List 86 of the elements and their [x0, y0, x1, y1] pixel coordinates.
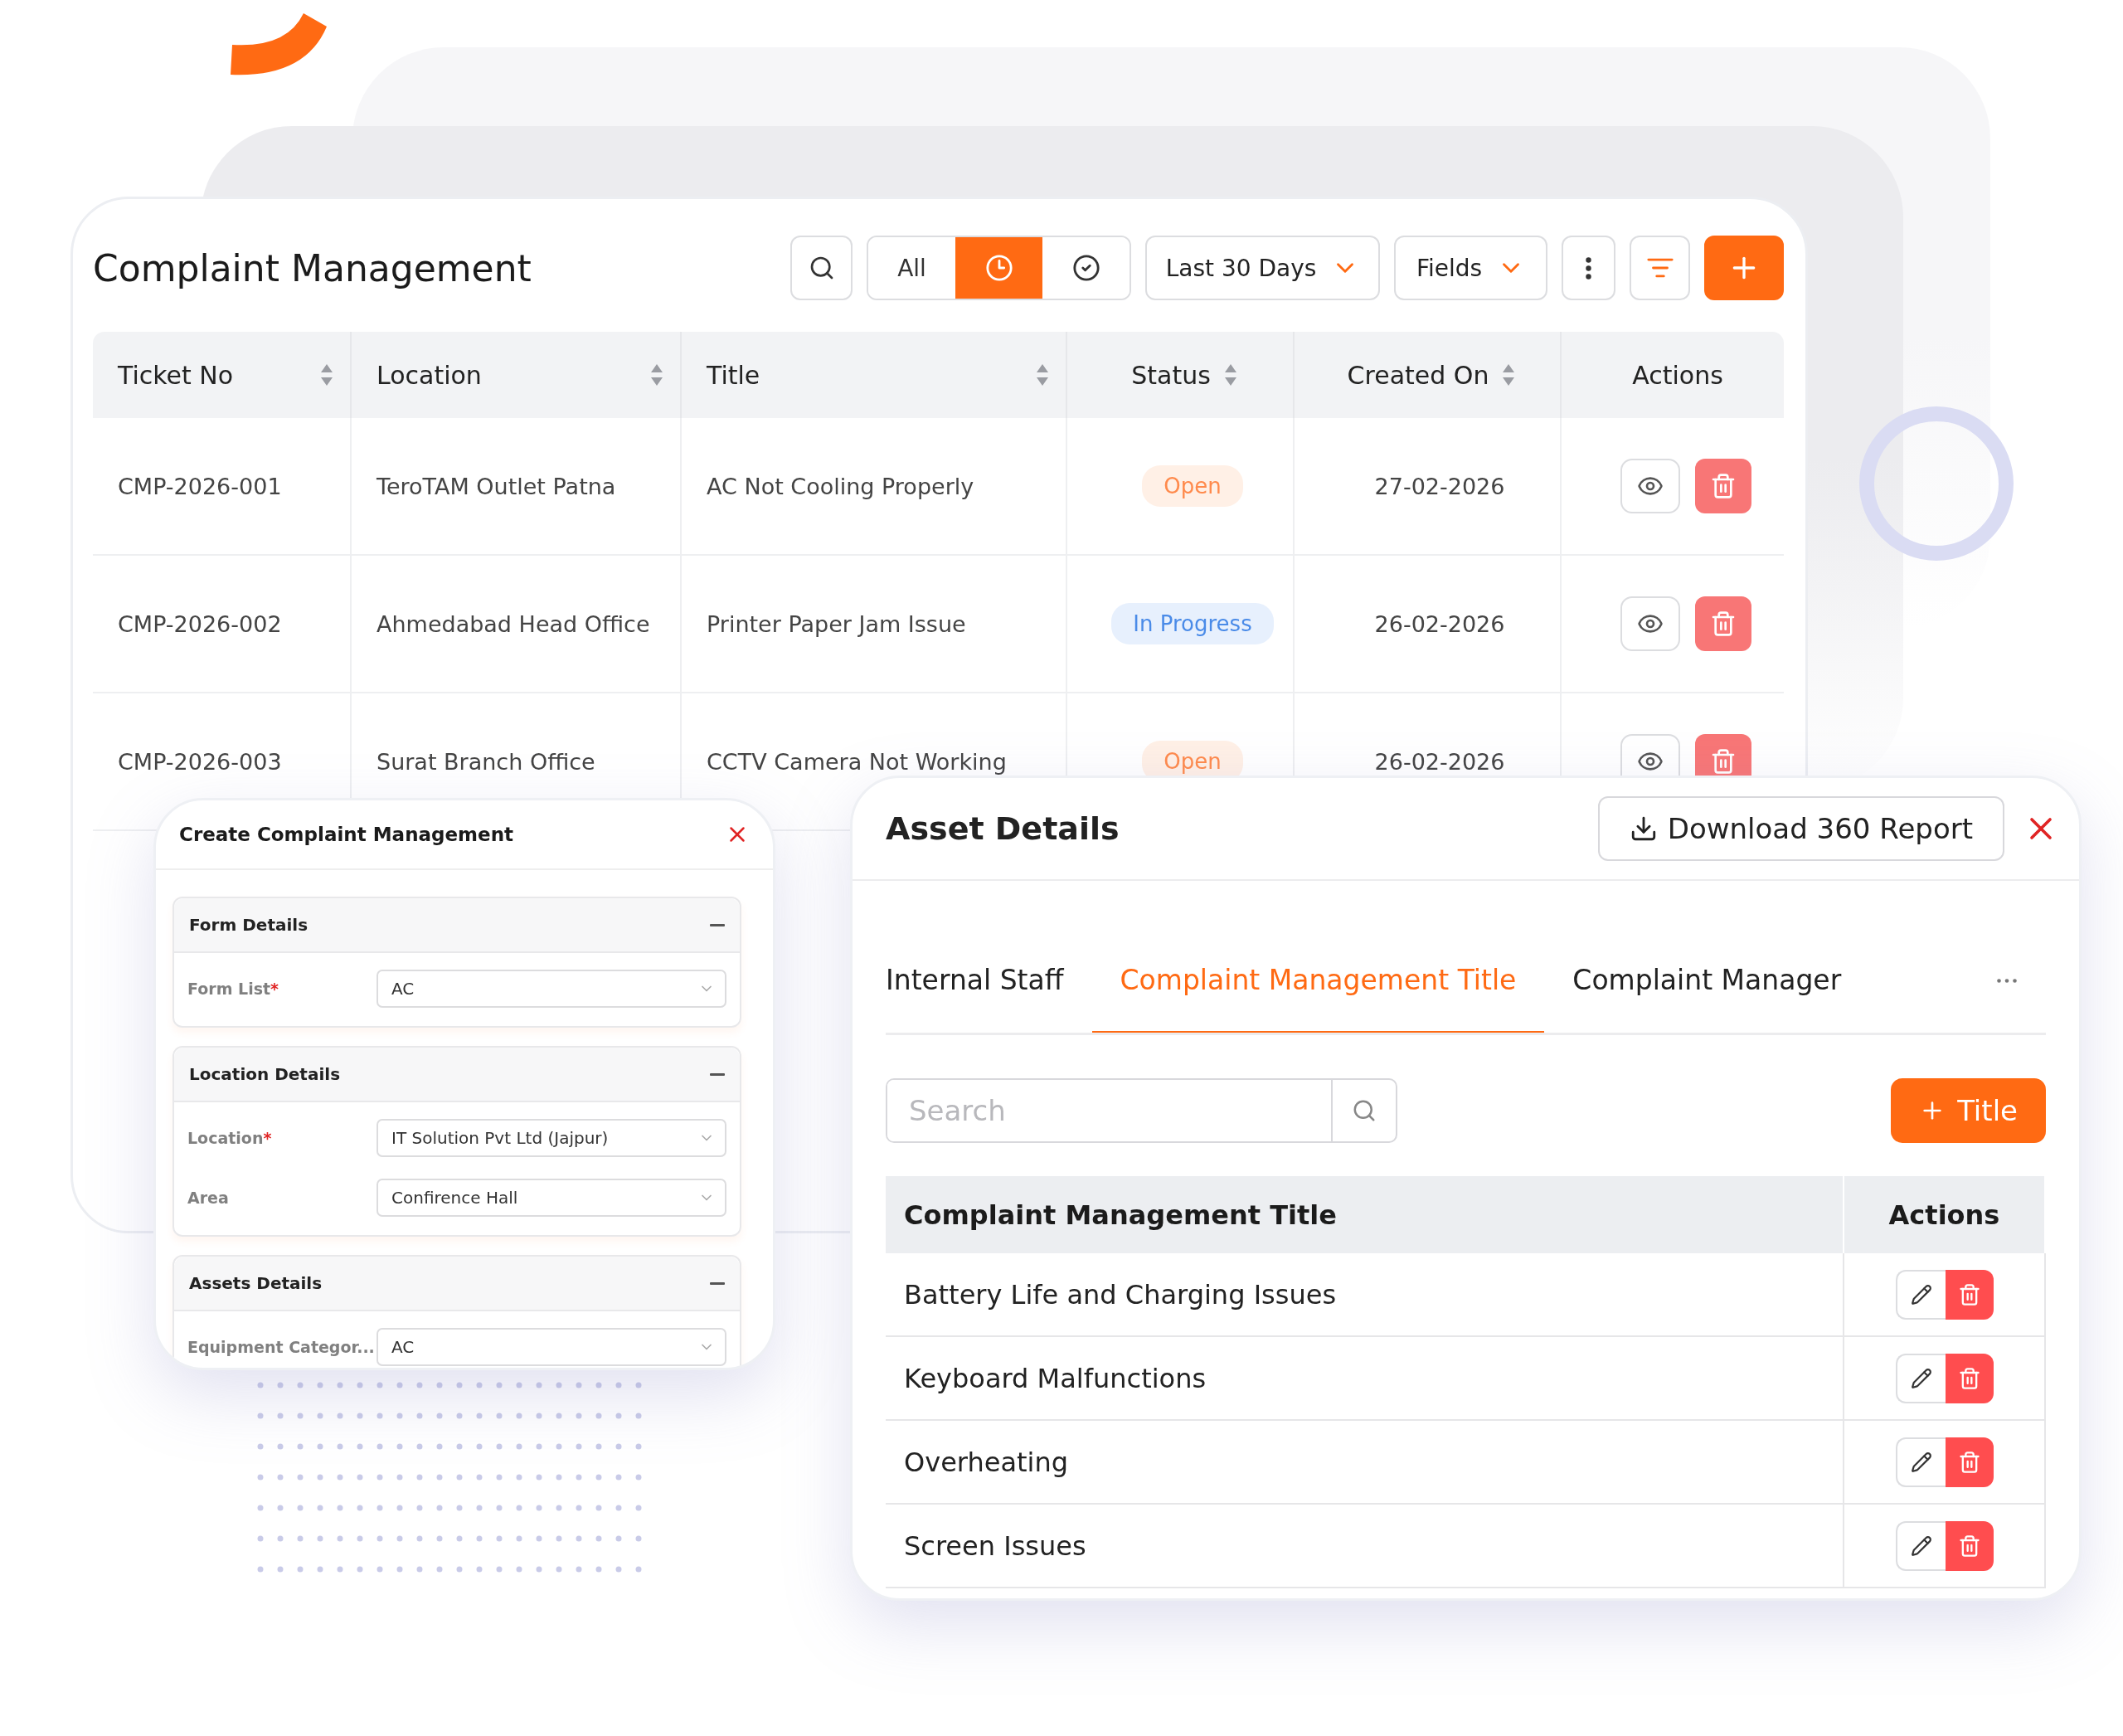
sort-icon[interactable] — [1223, 362, 1237, 387]
column-label: Actions — [1632, 360, 1723, 390]
select-field[interactable]: Confirence Hall — [377, 1179, 726, 1217]
dialog-title: Asset Details — [886, 810, 1120, 847]
fields-dropdown[interactable]: Fields — [1394, 236, 1547, 300]
location-text: TeroTAM Outlet Patna — [377, 473, 616, 499]
collapse-button[interactable] — [710, 1281, 725, 1285]
title-text: AC Not Cooling Properly — [707, 473, 974, 499]
collapse-button[interactable] — [710, 1072, 725, 1076]
date-text: 26-02-2026 — [1374, 748, 1505, 775]
download-button[interactable]: Download 360 Report — [1597, 796, 2004, 861]
view-button[interactable] — [1620, 596, 1680, 651]
field-label: Form List* — [187, 980, 279, 998]
title-text: CCTV Camera Not Working — [707, 748, 1007, 775]
location-text: Surat Branch Office — [377, 748, 595, 775]
column-label: Created On — [1347, 360, 1489, 390]
trash-icon — [1710, 473, 1737, 499]
collapse-button[interactable] — [710, 923, 725, 926]
edit-button[interactable] — [1895, 1353, 1946, 1403]
page-title: Complaint Management — [93, 246, 532, 289]
section-title: Assets Details — [189, 1273, 323, 1293]
more-tabs-button[interactable] — [1997, 979, 2017, 983]
location-text: Ahmedabad Head Office — [377, 610, 650, 637]
clock-icon — [984, 254, 1013, 282]
trash-icon — [1957, 1366, 1981, 1390]
edit-button[interactable] — [1895, 1269, 1946, 1320]
status-badge: In Progress — [1111, 603, 1274, 644]
ticket-number: CMP-2026-001 — [118, 473, 282, 499]
view-button[interactable] — [1620, 459, 1680, 513]
sort-icon[interactable] — [1502, 362, 1516, 387]
period-dropdown[interactable]: Last 30 Days — [1145, 236, 1380, 300]
trash-icon — [1710, 610, 1737, 637]
select-field[interactable]: AC — [377, 970, 726, 1008]
section-title: Location Details — [189, 1064, 341, 1084]
title-text: Screen Issues — [904, 1529, 1086, 1562]
trash-icon — [1957, 1282, 1981, 1306]
dialog-title: Create Complaint Management — [179, 824, 514, 845]
sort-icon[interactable] — [1036, 362, 1049, 387]
tab[interactable]: Complaint Manager — [1544, 929, 1870, 1033]
more-button[interactable] — [1562, 236, 1615, 300]
field-label: Equipment Categor... — [187, 1338, 376, 1356]
minus-icon — [710, 1072, 725, 1076]
column-label: Ticket No — [118, 360, 234, 390]
title-text: Battery Life and Charging Issues — [904, 1278, 1337, 1311]
vertical-dots-icon — [1586, 256, 1591, 280]
delete-button[interactable] — [1695, 596, 1751, 651]
date-text: 27-02-2026 — [1374, 473, 1505, 499]
pencil-icon — [1910, 1534, 1932, 1557]
title-text: Printer Paper Jam Issue — [707, 610, 966, 637]
field-label: Location* — [187, 1129, 273, 1147]
trash-icon — [1957, 1534, 1981, 1558]
column-label: Location — [377, 360, 482, 390]
check-circle-icon — [1071, 254, 1100, 282]
pencil-icon — [1910, 1451, 1932, 1473]
trash-icon — [1710, 748, 1737, 775]
pencil-icon — [1910, 1283, 1932, 1306]
select-field[interactable]: IT Solution Pvt Ltd (Jajpur) — [377, 1119, 726, 1157]
minus-icon — [710, 923, 725, 926]
title-text: Keyboard Malfunctions — [904, 1362, 1207, 1394]
add-button[interactable] — [1704, 236, 1784, 300]
trash-icon — [1957, 1450, 1981, 1474]
column-header: Actions — [1844, 1176, 2046, 1253]
column-label: Title — [707, 360, 760, 390]
status-badge: Open — [1142, 465, 1243, 507]
ticket-number: CMP-2026-002 — [118, 610, 282, 637]
sort-icon[interactable] — [650, 362, 663, 387]
dots-icon — [1997, 979, 2017, 983]
ticket-number: CMP-2026-003 — [118, 748, 282, 775]
search-icon[interactable] — [1352, 1098, 1377, 1123]
section-title: Form Details — [189, 915, 308, 935]
sort-icon[interactable] — [320, 362, 333, 387]
select-field[interactable]: AC — [377, 1328, 726, 1366]
field-label: Area — [187, 1189, 230, 1207]
filter-button[interactable] — [1630, 236, 1690, 300]
tab[interactable]: Internal Staff — [886, 929, 1092, 1033]
pencil-icon — [1910, 1367, 1932, 1389]
title-text: Overheating — [904, 1446, 1068, 1478]
search-button[interactable] — [790, 236, 853, 300]
date-text: 26-02-2026 — [1374, 610, 1505, 637]
search-field[interactable]: Search — [886, 1078, 1397, 1143]
column-label: Status — [1131, 360, 1211, 390]
edit-button[interactable] — [1895, 1520, 1946, 1571]
column-header: Complaint Management Title — [886, 1176, 1844, 1253]
minus-icon — [710, 1281, 725, 1285]
delete-button[interactable] — [1695, 459, 1751, 513]
edit-button[interactable] — [1895, 1437, 1946, 1487]
